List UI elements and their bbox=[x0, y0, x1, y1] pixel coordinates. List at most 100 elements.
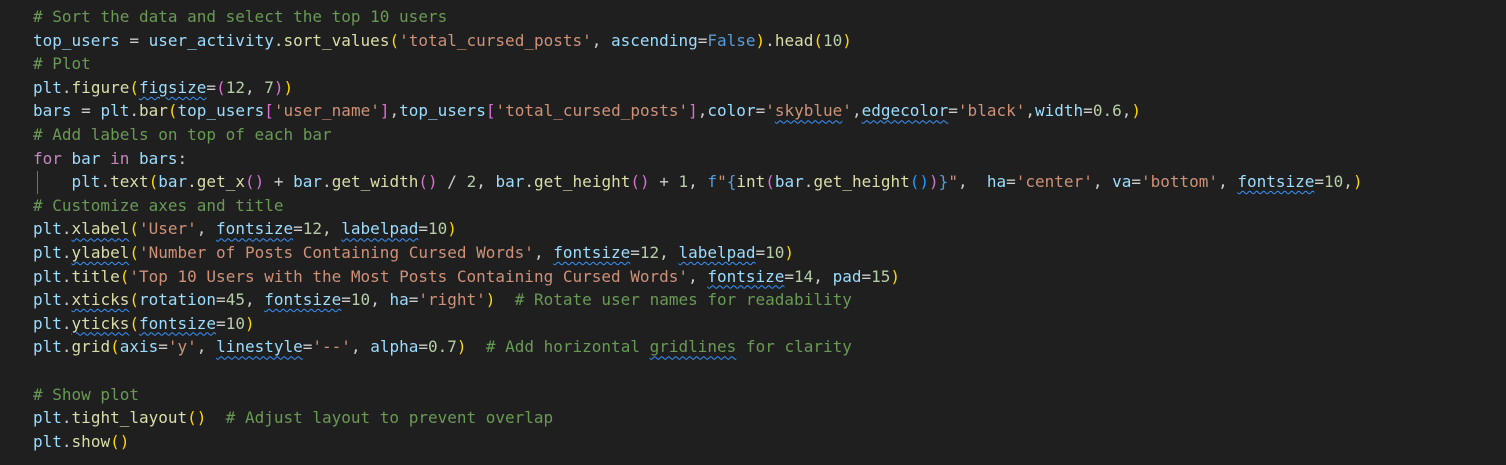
code-token-func: int bbox=[736, 172, 766, 192]
indent-guide bbox=[37, 171, 38, 194]
code-token-str: '--' bbox=[312, 337, 351, 357]
code-token-plain: . bbox=[61, 266, 72, 286]
code-token-func: tight_layout bbox=[71, 408, 188, 428]
code-token-plain: = bbox=[206, 77, 217, 97]
code-token-func: show bbox=[71, 431, 111, 451]
code-token-num: 7 bbox=[264, 77, 274, 97]
code-token-plain: . bbox=[61, 77, 72, 97]
code-token-str: ' bbox=[765, 101, 775, 121]
code-line[interactable]: plt.xlabel('User', fontsize=12, labelpad… bbox=[33, 217, 1506, 241]
code-token-b1: ) bbox=[890, 266, 901, 286]
code-token-comment: # Rotate user names for readability bbox=[514, 290, 852, 310]
code-token-b1: ( bbox=[129, 313, 139, 333]
code-token-plain: . bbox=[322, 172, 332, 192]
code-token-plain: = bbox=[784, 266, 795, 286]
code-token-var: linestyle bbox=[216, 337, 303, 357]
code-token-comment: # Add horizontal bbox=[485, 337, 650, 357]
code-token-var: bar bbox=[158, 172, 188, 192]
code-token-plain: , bbox=[957, 172, 987, 192]
code-line[interactable]: # Sort the data and select the top 10 us… bbox=[33, 5, 1506, 29]
code-token-func: head bbox=[774, 30, 814, 50]
code-token-plain: , bbox=[476, 172, 496, 192]
code-token-plain: , bbox=[1343, 172, 1353, 192]
code-token-plain: . bbox=[100, 172, 111, 192]
code-token-plain: . bbox=[61, 313, 72, 333]
code-token-plain: . bbox=[61, 337, 72, 357]
code-token-comment: # Adjust layout to prevent overlap bbox=[225, 408, 554, 428]
code-token-b1: () bbox=[187, 408, 207, 428]
code-line[interactable]: # Show plot bbox=[33, 383, 1506, 407]
code-line[interactable]: # Customize axes and title bbox=[33, 194, 1506, 218]
code-token-str: 'user_name' bbox=[273, 101, 380, 121]
code-token-b2: () bbox=[244, 172, 265, 192]
code-token-b1: ( bbox=[129, 77, 139, 97]
code-token-func: get_height bbox=[813, 172, 910, 192]
code-line[interactable]: plt.tight_layout() # Adjust layout to pr… bbox=[33, 406, 1506, 430]
code-token-var: plt bbox=[33, 408, 62, 428]
code-token-plain: = bbox=[408, 290, 419, 310]
code-token-plain: , bbox=[370, 290, 390, 310]
code-token-plain: = bbox=[755, 101, 766, 121]
code-line[interactable] bbox=[33, 359, 1506, 383]
code-token-plain: = bbox=[216, 313, 226, 333]
code-token-var: user_activity bbox=[148, 30, 274, 50]
code-token-plain: . bbox=[187, 172, 197, 192]
code-token-keyword: in bbox=[110, 148, 130, 168]
code-token-plain: = bbox=[418, 219, 428, 239]
code-token-var: bar bbox=[495, 172, 525, 192]
code-token-var: figsize bbox=[138, 77, 207, 97]
code-line[interactable]: bars = plt.bar(top_users['user_name'],to… bbox=[33, 99, 1506, 123]
code-token-b1: () bbox=[110, 431, 130, 451]
code-token-num: 10 bbox=[822, 30, 843, 50]
code-line[interactable]: top_users = user_activity.sort_values('t… bbox=[33, 29, 1506, 53]
code-token-func: xlabel bbox=[71, 219, 130, 239]
code-token-b1: ( bbox=[813, 30, 823, 50]
code-editor[interactable]: # Sort the data and select the top 10 us… bbox=[0, 0, 1506, 465]
code-token-var: plt bbox=[33, 266, 62, 286]
code-line[interactable]: plt.title('Top 10 Users with the Most Po… bbox=[33, 265, 1506, 289]
code-token-func: get_x bbox=[196, 172, 245, 192]
code-token-b2: ) bbox=[929, 172, 939, 192]
code-token-plain: = bbox=[948, 101, 958, 121]
code-token-var: axis bbox=[119, 337, 159, 357]
code-token-num: 12 bbox=[225, 77, 245, 97]
code-token-b1: ) bbox=[1131, 101, 1141, 121]
code-token-b1: ) bbox=[842, 30, 852, 50]
code-line[interactable]: plt.xticks(rotation=45, fontsize=10, ha=… bbox=[33, 288, 1506, 312]
code-line[interactable]: plt.ylabel('Number of Posts Containing C… bbox=[33, 241, 1506, 265]
code-token-var: va bbox=[1112, 172, 1132, 192]
code-token-var: plt bbox=[33, 77, 62, 97]
code-token-func: yticks bbox=[71, 313, 130, 333]
code-line[interactable]: plt.text(bar.get_x() + bar.get_width() /… bbox=[33, 170, 1506, 194]
code-line[interactable]: # Plot bbox=[33, 52, 1506, 76]
code-line[interactable]: plt.grid(axis='y', linestyle='--', alpha… bbox=[33, 335, 1506, 359]
code-line[interactable]: plt.show() bbox=[33, 430, 1506, 454]
code-token-var: plt bbox=[100, 101, 130, 121]
code-token-b1: ( bbox=[119, 266, 130, 286]
code-token-plain: . bbox=[803, 172, 814, 192]
code-token-plain: + bbox=[264, 172, 294, 192]
code-token-var: ascending bbox=[611, 30, 698, 50]
code-token-comment: gridlines bbox=[649, 337, 737, 357]
code-line[interactable]: plt.yticks(fontsize=10) bbox=[33, 312, 1506, 336]
code-token-plain: , bbox=[244, 77, 265, 97]
code-token-var: ha bbox=[389, 290, 409, 310]
code-token-var: plt bbox=[33, 219, 62, 239]
code-line[interactable]: plt.figure(figsize=(12, 7)) bbox=[33, 76, 1506, 100]
code-token-var: edgecolor bbox=[861, 101, 949, 121]
code-token-var: fontsize bbox=[1237, 172, 1315, 192]
code-token-plain: . bbox=[524, 172, 535, 192]
code-line[interactable]: # Add labels on top of each bar bbox=[33, 123, 1506, 147]
code-token-str: " bbox=[948, 172, 958, 192]
code-token-b1: ( bbox=[129, 219, 139, 239]
code-token-plain: . bbox=[61, 242, 72, 262]
code-token-plain: , bbox=[1025, 101, 1035, 121]
code-line[interactable]: for bar in bars: bbox=[33, 147, 1506, 171]
code-token-b2: [ bbox=[264, 101, 274, 121]
code-token-b1: ( bbox=[110, 337, 120, 357]
code-token-comment: # Plot bbox=[33, 54, 91, 74]
